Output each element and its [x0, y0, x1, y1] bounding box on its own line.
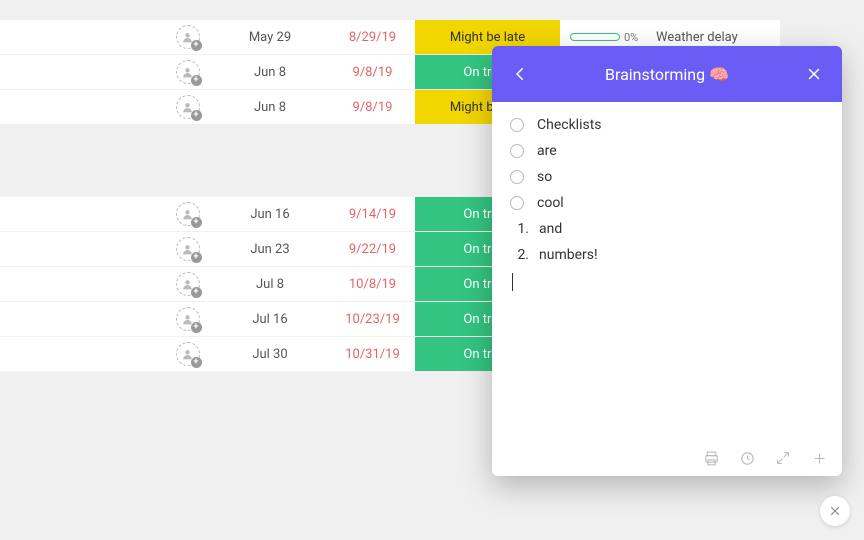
expand-button[interactable] [774, 449, 792, 467]
progress-bar [570, 33, 620, 41]
floating-close-button[interactable] [820, 496, 850, 526]
numbered-text: and [539, 221, 562, 237]
numbered-item[interactable]: 1. and [510, 216, 824, 242]
print-button[interactable] [702, 449, 720, 467]
editor-cursor-line[interactable] [510, 268, 824, 296]
start-date[interactable]: Jul 30 [210, 347, 330, 362]
due-date[interactable]: 9/8/19 [330, 100, 415, 115]
checklist-text: so [537, 169, 552, 185]
due-date[interactable]: 10/31/19 [330, 347, 415, 362]
start-date[interactable]: Jun 16 [210, 207, 330, 222]
plus-icon: + [191, 75, 202, 86]
number-marker: 2. [516, 247, 529, 263]
plus-icon: + [191, 40, 202, 51]
panel-footer [492, 440, 842, 476]
plus-icon: + [191, 217, 202, 228]
assign-person-icon[interactable]: + [176, 237, 200, 261]
checklist-item[interactable]: Checklists [510, 112, 824, 138]
panel-body[interactable]: Checklists are so cool 1. and 2. numbers… [492, 102, 842, 440]
due-date[interactable]: 9/22/19 [330, 242, 415, 257]
numbered-item[interactable]: 2. numbers! [510, 242, 824, 268]
checkbox-icon[interactable] [510, 144, 524, 158]
add-button[interactable] [810, 449, 828, 467]
assignee-cell[interactable]: + [165, 60, 210, 84]
assign-person-icon[interactable]: + [176, 272, 200, 296]
close-panel-button[interactable] [800, 60, 828, 88]
assign-person-icon[interactable]: + [176, 95, 200, 119]
checkbox-icon[interactable] [510, 196, 524, 210]
checklist-item[interactable]: are [510, 138, 824, 164]
assignee-cell[interactable]: + [165, 95, 210, 119]
due-date[interactable]: 9/14/19 [330, 207, 415, 222]
numbered-text: numbers! [539, 247, 598, 263]
panel-title: Brainstorming 🧠 [492, 65, 842, 84]
assign-person-icon[interactable]: + [176, 60, 200, 84]
assignee-cell[interactable]: + [165, 25, 210, 49]
plus-icon: + [191, 357, 202, 368]
checkbox-icon[interactable] [510, 118, 524, 132]
detail-panel: Brainstorming 🧠 Checklists are so cool 1… [492, 46, 842, 476]
due-date[interactable]: 10/23/19 [330, 312, 415, 327]
due-date[interactable]: 9/8/19 [330, 65, 415, 80]
assignee-cell[interactable]: + [165, 202, 210, 226]
checklist-item[interactable]: cool [510, 190, 824, 216]
progress-percent: 0% [624, 31, 638, 44]
checklist-item[interactable]: so [510, 164, 824, 190]
start-date[interactable]: Jul 16 [210, 312, 330, 327]
due-date[interactable]: 8/29/19 [330, 30, 415, 45]
start-date[interactable]: Jun 8 [210, 100, 330, 115]
back-button[interactable] [506, 60, 534, 88]
text-cursor-icon [512, 273, 513, 291]
assign-person-icon[interactable]: + [176, 25, 200, 49]
checklist-text: are [537, 143, 557, 159]
assignee-cell[interactable]: + [165, 342, 210, 366]
checklist-text: cool [537, 195, 564, 211]
start-date[interactable]: Jun 8 [210, 65, 330, 80]
assign-person-icon[interactable]: + [176, 342, 200, 366]
plus-icon: + [191, 322, 202, 333]
checklist-text: Checklists [537, 117, 602, 133]
due-date[interactable]: 10/8/19 [330, 277, 415, 292]
assignee-cell[interactable]: + [165, 272, 210, 296]
progress-cell[interactable]: 0% [560, 31, 650, 44]
plus-icon: + [191, 110, 202, 121]
assignee-cell[interactable]: + [165, 237, 210, 261]
checkbox-icon[interactable] [510, 170, 524, 184]
assign-person-icon[interactable]: + [176, 202, 200, 226]
number-marker: 1. [516, 221, 529, 237]
start-date[interactable]: Jul 8 [210, 277, 330, 292]
start-date[interactable]: Jun 23 [210, 242, 330, 257]
history-button[interactable] [738, 449, 756, 467]
panel-header: Brainstorming 🧠 [492, 46, 842, 102]
plus-icon: + [191, 252, 202, 263]
assignee-cell[interactable]: + [165, 307, 210, 331]
plus-icon: + [191, 287, 202, 298]
note-cell[interactable]: Weather delay [650, 30, 780, 45]
assign-person-icon[interactable]: + [176, 307, 200, 331]
start-date[interactable]: May 29 [210, 30, 330, 45]
